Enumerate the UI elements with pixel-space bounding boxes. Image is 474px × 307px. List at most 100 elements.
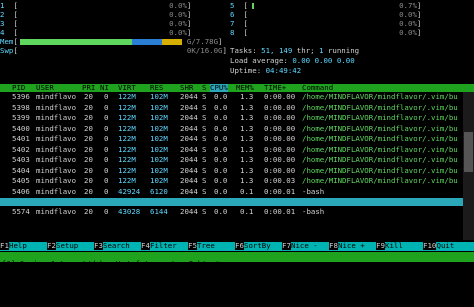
fkey-f8[interactable]: F8 — [329, 241, 338, 251]
proc-mem: 0.1 — [240, 207, 254, 216]
table-row[interactable]: 5398 mindflavo 20 0 122M 102M 2044 S 0.0 1.3 0:00.… — [0, 102, 462, 112]
proc-user: mindflavo — [36, 144, 77, 154]
proc-state: S — [202, 92, 207, 101]
fkey-f4-label[interactable]: Filter — [150, 241, 177, 250]
proc-state: S — [202, 102, 207, 112]
fkey-f10-label[interactable]: Quit — [437, 241, 455, 250]
fkey-f5[interactable]: F5 — [188, 241, 197, 251]
proc-res: 102M — [150, 92, 168, 101]
fkey-f8-label[interactable]: Nice + — [338, 241, 365, 250]
proc-cpu: 0.0 — [214, 113, 228, 122]
table-row[interactable]: 5402 mindflavo 20 0 122M 102M 2044 S 0.0 1.3 0:00.… — [0, 144, 462, 154]
proc-command: -bash — [302, 207, 325, 216]
proc-ni: 0 — [104, 207, 109, 216]
proc-mem: 1.3 — [240, 102, 254, 112]
proc-res: 102M — [150, 123, 168, 133]
cpu-meter-6-value: 0.0% — [399, 10, 417, 19]
proc-pri: 20 — [84, 155, 93, 164]
proc-ni: 0 — [104, 123, 109, 133]
proc-pri: 20 — [84, 207, 93, 216]
proc-res: 102M — [150, 102, 168, 112]
tasks-count: 51, — [261, 46, 275, 55]
proc-res: 102M — [150, 134, 168, 143]
proc-cpu: 0.0 — [214, 186, 228, 196]
fkey-f3-label[interactable]: Search — [103, 241, 130, 250]
proc-command: /home/MINDFLAVOR/mindflavor/.vim/bu — [302, 123, 458, 133]
table-row[interactable]: 5406 mindflavo 20 0 42924 6120 2044 S 0.0 0.1 0:00… — [0, 186, 462, 196]
proc-user: mindflavo — [36, 186, 77, 196]
scrollbar-thumb[interactable] — [464, 132, 473, 172]
tmux-right-status: "mindflavor@varch:~/sr" 17:09 07-Nov-17 — [298, 267, 472, 277]
cpu-meter-5-bar — [252, 3, 254, 9]
threads-count: 149 — [278, 46, 293, 55]
proc-shr: 2044 — [180, 123, 198, 133]
fkey-f9-label[interactable]: Kill — [385, 241, 412, 250]
fkey-f6-label[interactable]: SortBy — [244, 241, 271, 250]
fkey-f1[interactable]: F1 — [0, 241, 9, 251]
fkey-f6[interactable]: F6 — [235, 241, 244, 251]
scrollbar[interactable] — [463, 92, 474, 240]
proc-mem: 1.3 — [240, 155, 254, 164]
load-line: Load average: 0.00 0.00 0.00 — [230, 56, 355, 65]
fkey-f2-label[interactable]: Setup — [56, 241, 83, 250]
fkey-f10[interactable]: F10 — [423, 241, 437, 251]
proc-state: S — [202, 165, 207, 175]
proc-shr: 2044 — [180, 186, 198, 196]
proc-user: mindflavo — [36, 155, 77, 164]
proc-state: S — [202, 134, 207, 143]
tmux-status-bar: [0] 0:vim 1:target/debug/tst_fut_create-… — [0, 252, 474, 277]
proc-mem: 1.3 — [240, 176, 254, 185]
table-row[interactable]: 5405 mindflavo 20 0 122M 102M 2044 S 0.0 1.3 0:00.… — [0, 176, 462, 185]
proc-ni: 0 — [104, 144, 109, 154]
table-row[interactable]: 5403 mindflavo 20 0 122M 102M 2044 S 0.0 1.3 0:00.… — [0, 155, 462, 164]
proc-cpu: 0.0 — [214, 155, 228, 164]
proc-command: /home/MINDFLAVOR/mindflavor/.vim/bu — [302, 92, 458, 101]
table-row[interactable]: 5401 mindflavo 20 0 122M 102M 2044 S 0.0 1.3 0:00.… — [0, 134, 462, 143]
table-row[interactable]: 5574 mindflavo 20 0 43028 6144 2044 S 0.0 0.1 0:00… — [0, 207, 462, 216]
proc-virt: 122M — [118, 123, 136, 133]
proc-virt: 122M — [118, 134, 136, 143]
proc-pri: 20 — [84, 144, 93, 154]
proc-pri: 20 — [84, 134, 93, 143]
swp-meter: Swp[ 0K/16.0G] — [0, 46, 227, 55]
fkey-f9[interactable]: F9 — [376, 241, 385, 251]
fkey-f4[interactable]: F4 — [141, 241, 150, 251]
cpu-meter-2-value: 0.0% — [169, 10, 187, 19]
table-row[interactable]: 5396 mindflavo 20 0 122M 102M 2044 S 0.0 1.3 0:00.… — [0, 92, 462, 101]
proc-res: 102M — [150, 144, 168, 154]
proc-time: 0:00.03 — [264, 176, 296, 185]
proc-cpu: 0.0 — [214, 102, 228, 112]
proc-pid: 5396 — [12, 92, 30, 101]
fkey-f3[interactable]: F3 — [94, 241, 103, 251]
mem-bar-used — [20, 39, 132, 45]
fkey-f5-label[interactable]: Tree — [197, 241, 224, 250]
process-row-selected[interactable]: 5542 mindflavo 20 0 17700 5780 1532 S 0.… — [0, 198, 474, 307]
proc-pid: 5405 — [12, 176, 30, 185]
tmux-windows[interactable]: [0] 0:vim 1:target/debug/tst_fut_create-… — [2, 259, 220, 268]
fkey-f7-label[interactable]: Nice - — [291, 241, 318, 250]
proc-cpu: 0.0 — [214, 144, 228, 154]
sel-cpu: 0.0 — [214, 272, 228, 282]
uptime-label: Uptime: — [230, 66, 262, 75]
proc-ni: 0 — [104, 92, 109, 101]
proc-user: mindflavo — [36, 134, 77, 143]
table-row[interactable]: 5399 mindflavo 20 0 122M 102M 2044 S 0.0 1.3 0:00.… — [0, 113, 462, 122]
proc-time: 0:00.00 — [264, 165, 296, 175]
proc-pri: 20 — [84, 186, 93, 196]
proc-ni: 0 — [104, 176, 109, 185]
proc-time: 0:00.01 — [264, 207, 296, 216]
proc-pid: 5398 — [12, 102, 30, 112]
cpu-meter-4-value: 0.0% — [169, 28, 187, 37]
proc-time: 0:00.00 — [264, 123, 296, 133]
proc-state: S — [202, 207, 207, 216]
table-row[interactable]: 5404 mindflavo 20 0 122M 102M 2044 S 0.0 1.3 0:00.… — [0, 165, 462, 175]
fkey-f7[interactable]: F7 — [282, 241, 291, 251]
load-1: 0.00 — [292, 56, 311, 65]
threads-label: thr; — [296, 46, 315, 55]
proc-pid: 5404 — [12, 165, 30, 175]
proc-shr: 2044 — [180, 165, 198, 175]
fkey-f1-label[interactable]: Help — [9, 241, 31, 250]
sel-mem: 0.1 — [240, 281, 254, 291]
table-row[interactable]: 5400 mindflavo 20 0 122M 102M 2044 S 0.0 1.3 0:00.… — [0, 123, 462, 133]
fkey-f2[interactable]: F2 — [47, 241, 56, 251]
